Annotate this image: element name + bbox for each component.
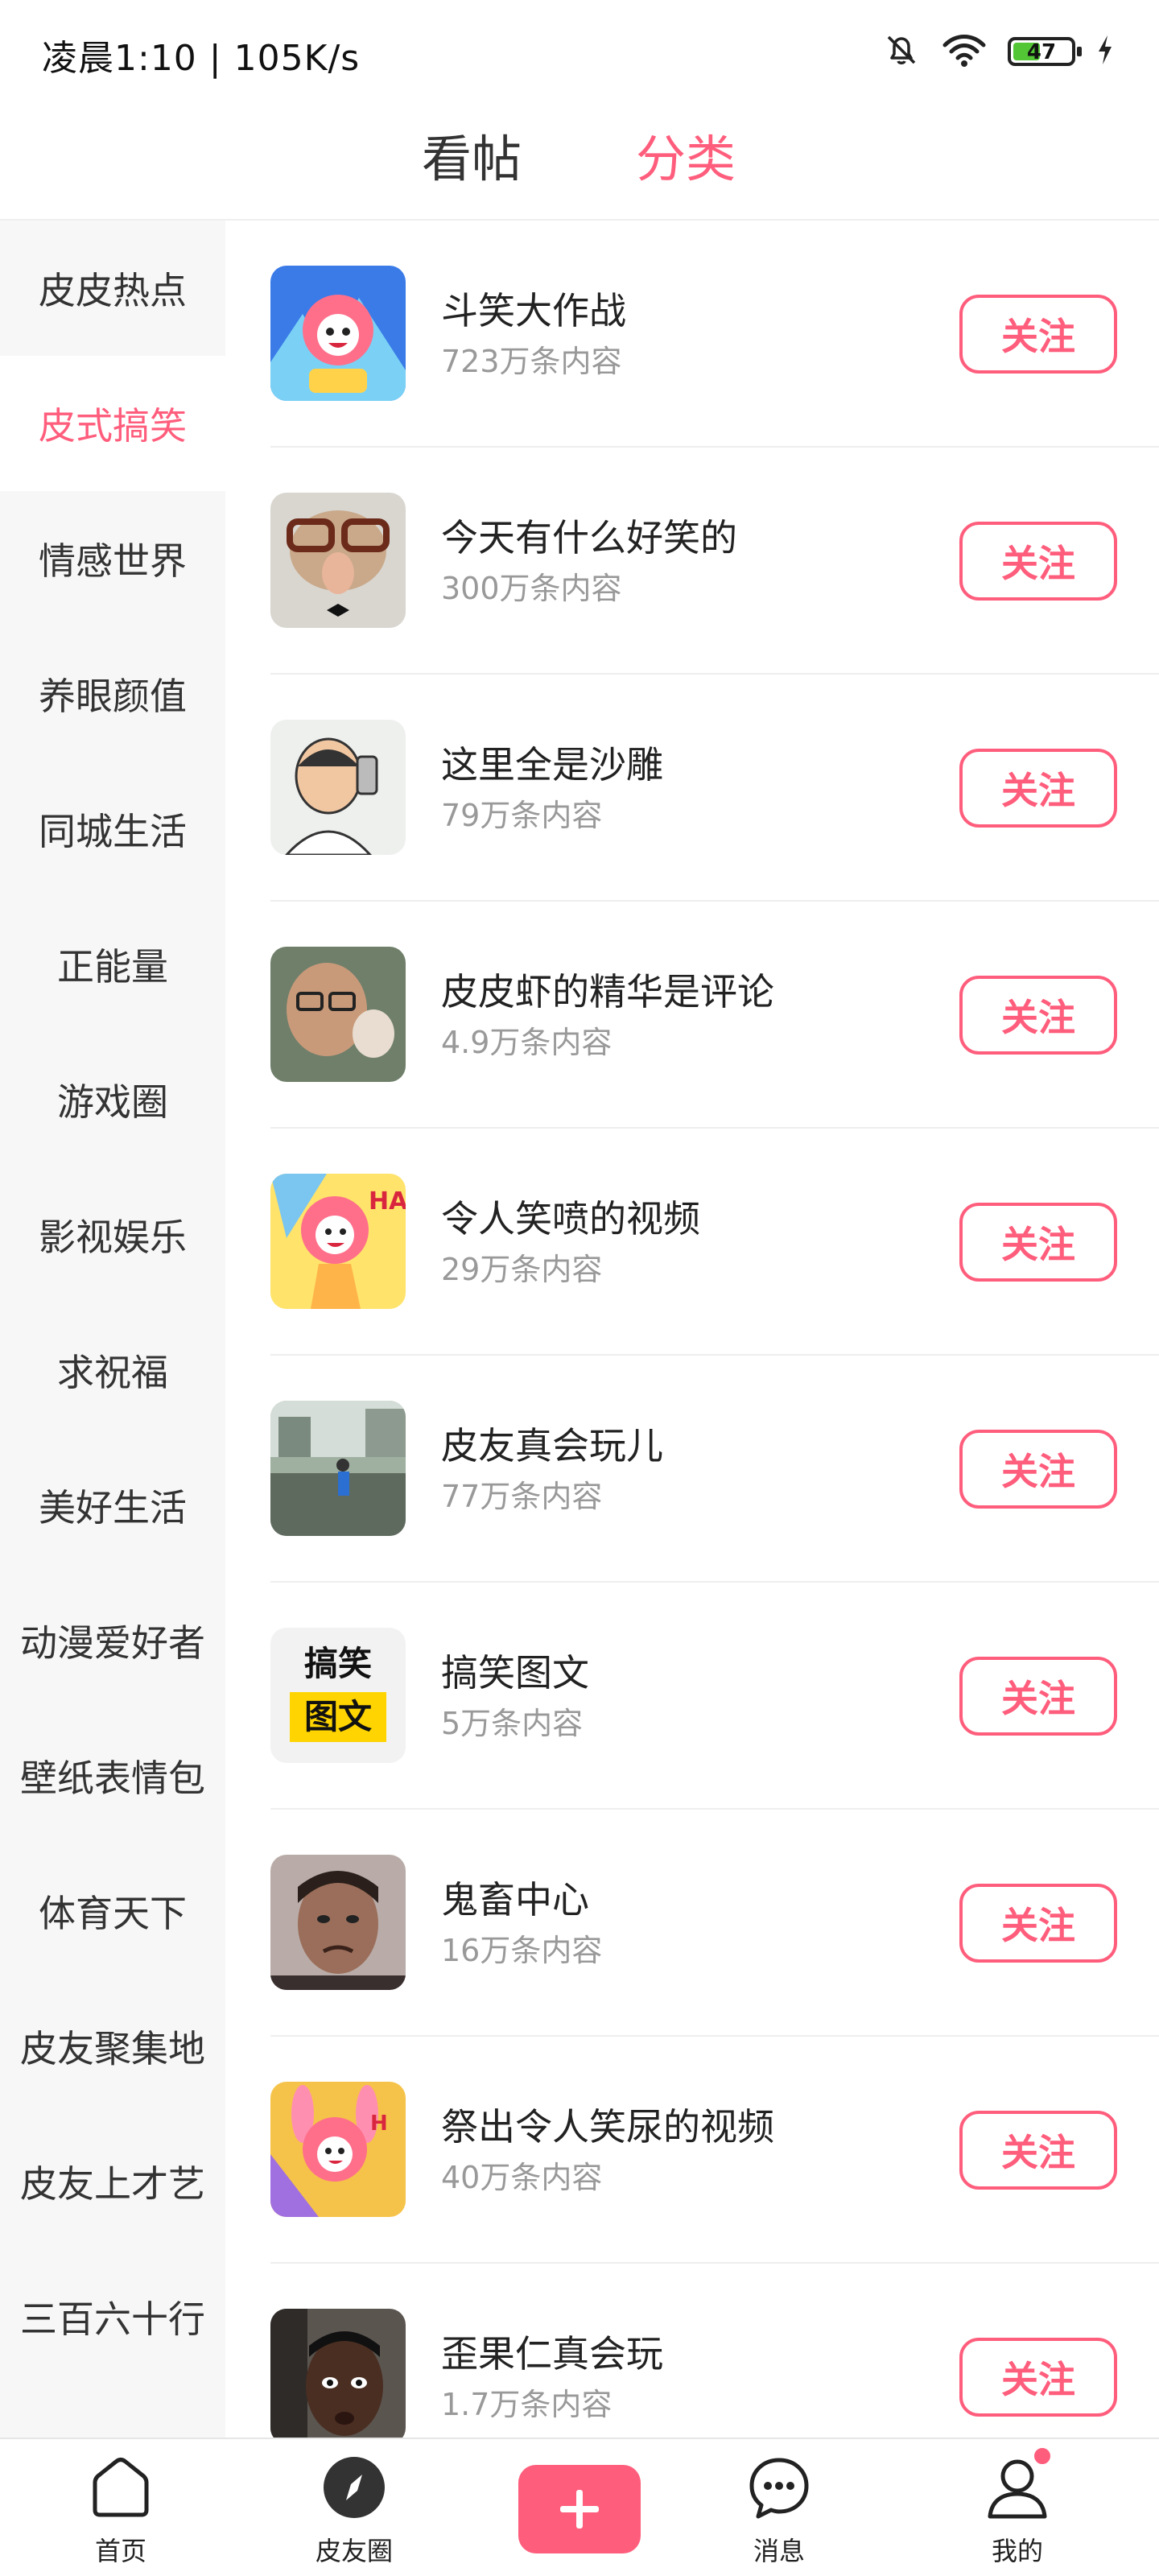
- tab-view-posts[interactable]: 看帖: [422, 127, 522, 192]
- sidebar-item-gathering[interactable]: 皮友聚集地: [0, 1979, 225, 2114]
- topic-title: 皮友真会玩儿: [441, 1424, 663, 1468]
- list-item[interactable]: H 祭出令人笑尿的视频 40万条内容 关注: [225, 2037, 1159, 2264]
- follow-button[interactable]: 关注: [959, 1430, 1117, 1509]
- sidebar-item-local-life[interactable]: 同城生活: [0, 762, 225, 897]
- sidebar-item-talents[interactable]: 皮友上才艺: [0, 2114, 225, 2249]
- add-post-button[interactable]: [518, 2465, 641, 2553]
- follow-button[interactable]: 关注: [959, 749, 1117, 828]
- svg-text:H: H: [370, 2112, 388, 2136]
- sidebar-item-entertainment[interactable]: 影视娱乐: [0, 1167, 225, 1302]
- topic-title: 令人笑喷的视频: [441, 1197, 700, 1241]
- topic-thumbnail: HA: [270, 1174, 406, 1309]
- sidebar-item-wallpapers[interactable]: 壁纸表情包: [0, 1708, 225, 1843]
- bottom-navigation: 首页 皮友圈 消息 我的: [0, 2438, 1159, 2576]
- battery-level: 47: [1026, 40, 1057, 64]
- list-item[interactable]: 皮皮虾的精华是评论 4.9万条内容 关注: [225, 902, 1159, 1129]
- topic-thumbnail: [270, 266, 406, 401]
- message-icon: [740, 2449, 818, 2526]
- topic-thumbnail: [270, 1401, 406, 1536]
- topic-count: 29万条内容: [441, 1252, 603, 1287]
- topic-count: 1.7万条内容: [441, 2387, 612, 2422]
- follow-button[interactable]: 关注: [959, 976, 1117, 1055]
- topic-title: 歪果仁真会玩: [441, 2332, 663, 2376]
- nav-home-label: 首页: [94, 2536, 146, 2566]
- list-item[interactable]: 搞笑 图文 搞笑图文 5万条内容 关注: [225, 1583, 1159, 1810]
- follow-button[interactable]: 关注: [959, 295, 1117, 374]
- sidebar-item-blessings[interactable]: 求祝福: [0, 1302, 225, 1438]
- follow-button[interactable]: 关注: [959, 1657, 1117, 1736]
- topic-title: 皮皮虾的精华是评论: [441, 970, 774, 1013]
- sidebar-item-anime[interactable]: 动漫爱好者: [0, 1573, 225, 1708]
- sidebar-item-games[interactable]: 游戏圈: [0, 1032, 225, 1167]
- battery-icon: 47: [1008, 37, 1082, 66]
- follow-button[interactable]: 关注: [959, 522, 1117, 601]
- topic-count: 5万条内容: [441, 1706, 584, 1741]
- topic-thumbnail: [270, 2309, 406, 2438]
- tab-categories[interactable]: 分类: [636, 127, 736, 192]
- list-item[interactable]: 今天有什么好笑的 300万条内容 关注: [225, 448, 1159, 675]
- status-time: 凌晨1:10 | 105K/s: [42, 38, 361, 79]
- follow-button[interactable]: 关注: [959, 2338, 1117, 2417]
- topic-count: 77万条内容: [441, 1479, 603, 1514]
- sidebar-item-good-life[interactable]: 美好生活: [0, 1438, 225, 1573]
- topic-thumbnail: [270, 720, 406, 855]
- nav-circle[interactable]: 皮友圈: [274, 2449, 435, 2570]
- list-item[interactable]: 鬼畜中心 16万条内容 关注: [225, 1810, 1159, 2037]
- topic-title: 鬼畜中心: [441, 1878, 589, 1922]
- notification-badge: [1032, 2446, 1053, 2467]
- compass-icon: [316, 2449, 393, 2526]
- topic-thumbnail: [270, 947, 406, 1082]
- list-item[interactable]: 歪果仁真会玩 1.7万条内容 关注: [225, 2264, 1159, 2438]
- topic-count: 4.9万条内容: [441, 1025, 612, 1060]
- sidebar-item-funny[interactable]: 皮式搞笑: [0, 356, 225, 491]
- plus-icon: [560, 2490, 599, 2529]
- topic-thumbnail: [270, 1855, 406, 1990]
- nav-messages[interactable]: 消息: [699, 2449, 860, 2570]
- sidebar-item-sports[interactable]: 体育天下: [0, 1843, 225, 1979]
- sidebar-item-professions[interactable]: 三百六十行: [0, 2249, 225, 2384]
- list-item[interactable]: 这里全是沙雕 79万条内容 关注: [225, 675, 1159, 902]
- sidebar-item-emotion[interactable]: 情感世界: [0, 491, 225, 626]
- category-sidebar[interactable]: 皮皮热点 皮式搞笑 情感世界 养眼颜值 同城生活 正能量 游戏圈 影视娱乐 求祝…: [0, 221, 225, 2438]
- nav-profile[interactable]: 我的: [937, 2446, 1098, 2570]
- thumb-text-line2: 图文: [303, 1697, 372, 1736]
- top-tab-bar: 看帖 分类: [0, 105, 1159, 221]
- svg-text:HA: HA: [369, 1187, 406, 1216]
- follow-button[interactable]: 关注: [959, 1203, 1117, 1282]
- topic-title: 这里全是沙雕: [441, 743, 663, 786]
- topic-thumbnail: H: [270, 2082, 406, 2217]
- nav-profile-label: 我的: [991, 2536, 1043, 2566]
- follow-button[interactable]: 关注: [959, 2111, 1117, 2190]
- thumb-text-line1: 搞笑: [303, 1644, 372, 1683]
- list-item[interactable]: HA 令人笑喷的视频 29万条内容 关注: [225, 1129, 1159, 1356]
- sidebar-item-hot[interactable]: 皮皮热点: [0, 221, 225, 356]
- nav-circle-label: 皮友圈: [315, 2536, 393, 2566]
- topic-count: 40万条内容: [441, 2160, 603, 2195]
- topic-thumbnail: 搞笑 图文: [270, 1628, 406, 1763]
- topic-list[interactable]: 斗笑大作战 723万条内容 关注 今天有什么好笑的 300万条内容 关注 这里全…: [225, 221, 1159, 2438]
- topic-count: 79万条内容: [441, 798, 603, 833]
- topic-count: 300万条内容: [441, 571, 622, 606]
- topic-thumbnail: [270, 493, 406, 628]
- list-item[interactable]: 斗笑大作战 723万条内容 关注: [225, 221, 1159, 448]
- status-icons: 47: [882, 29, 1114, 74]
- mute-bell-icon: [882, 31, 921, 72]
- topic-count: 16万条内容: [441, 1933, 603, 1968]
- topic-title: 祭出令人笑尿的视频: [441, 2105, 774, 2149]
- home-icon: [82, 2449, 159, 2526]
- topic-count: 723万条内容: [441, 344, 622, 379]
- nav-home[interactable]: 首页: [40, 2449, 201, 2570]
- sidebar-item-positive[interactable]: 正能量: [0, 897, 225, 1032]
- topic-title: 今天有什么好笑的: [441, 516, 737, 559]
- status-bar: 凌晨1:10 | 105K/s 47: [0, 0, 1159, 105]
- user-icon: [979, 2446, 1056, 2526]
- sidebar-item-looks[interactable]: 养眼颜值: [0, 626, 225, 762]
- nav-messages-label: 消息: [753, 2536, 805, 2566]
- wifi-icon: [942, 31, 987, 72]
- list-item[interactable]: 皮友真会玩儿 77万条内容 关注: [225, 1356, 1159, 1583]
- follow-button[interactable]: 关注: [959, 1884, 1117, 1963]
- topic-title: 斗笑大作战: [441, 289, 626, 332]
- topic-title: 搞笑图文: [441, 1651, 589, 1695]
- charging-icon: [1096, 34, 1114, 69]
